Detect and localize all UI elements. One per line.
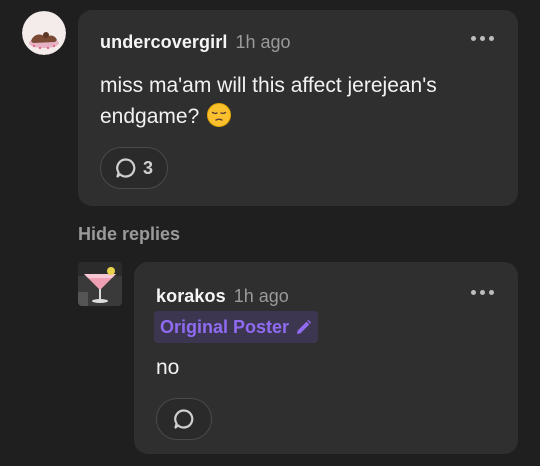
hide-replies-link[interactable]: Hide replies bbox=[78, 224, 180, 245]
dot bbox=[489, 36, 494, 41]
replies-button[interactable]: 3 bbox=[100, 147, 169, 189]
dot bbox=[480, 290, 485, 295]
dot bbox=[489, 290, 494, 295]
comment-header: undercovergirl 1h ago bbox=[100, 32, 291, 53]
reply-username[interactable]: korakos bbox=[156, 286, 226, 307]
speech-bubble-icon bbox=[116, 158, 136, 178]
reply-timestamp: 1h ago bbox=[233, 286, 289, 306]
dot bbox=[480, 36, 485, 41]
comment-body: miss ma'am will this affect jerejean's e… bbox=[100, 70, 490, 132]
reply-header: korakos 1h ago bbox=[156, 286, 289, 307]
more-options-icon[interactable] bbox=[471, 36, 494, 41]
reply-body: no bbox=[156, 356, 180, 379]
speech-bubble-icon bbox=[174, 409, 194, 429]
reply-button[interactable] bbox=[156, 398, 212, 440]
pencil-icon bbox=[297, 319, 312, 334]
reply-card: korakos 1h ago Original Poster no bbox=[134, 262, 518, 454]
comments-thread: undercovergirl 1h ago miss ma'am will th… bbox=[0, 0, 540, 466]
original-poster-badge: Original Poster bbox=[154, 311, 319, 343]
pensive-face-emoji-icon bbox=[207, 103, 232, 127]
comment-text: miss ma'am will this affect jerejean's e… bbox=[100, 74, 437, 128]
dot bbox=[471, 36, 476, 41]
comment-card: undercovergirl 1h ago miss ma'am will th… bbox=[78, 10, 518, 206]
comment-username[interactable]: undercovergirl bbox=[100, 32, 227, 53]
dot bbox=[471, 290, 476, 295]
avatar[interactable] bbox=[22, 11, 66, 55]
comment-timestamp: 1h ago bbox=[235, 32, 291, 52]
avatar[interactable] bbox=[78, 262, 122, 306]
badge-label: Original Poster bbox=[160, 316, 290, 337]
reply-count: 3 bbox=[143, 157, 154, 178]
more-options-icon[interactable] bbox=[471, 290, 494, 295]
